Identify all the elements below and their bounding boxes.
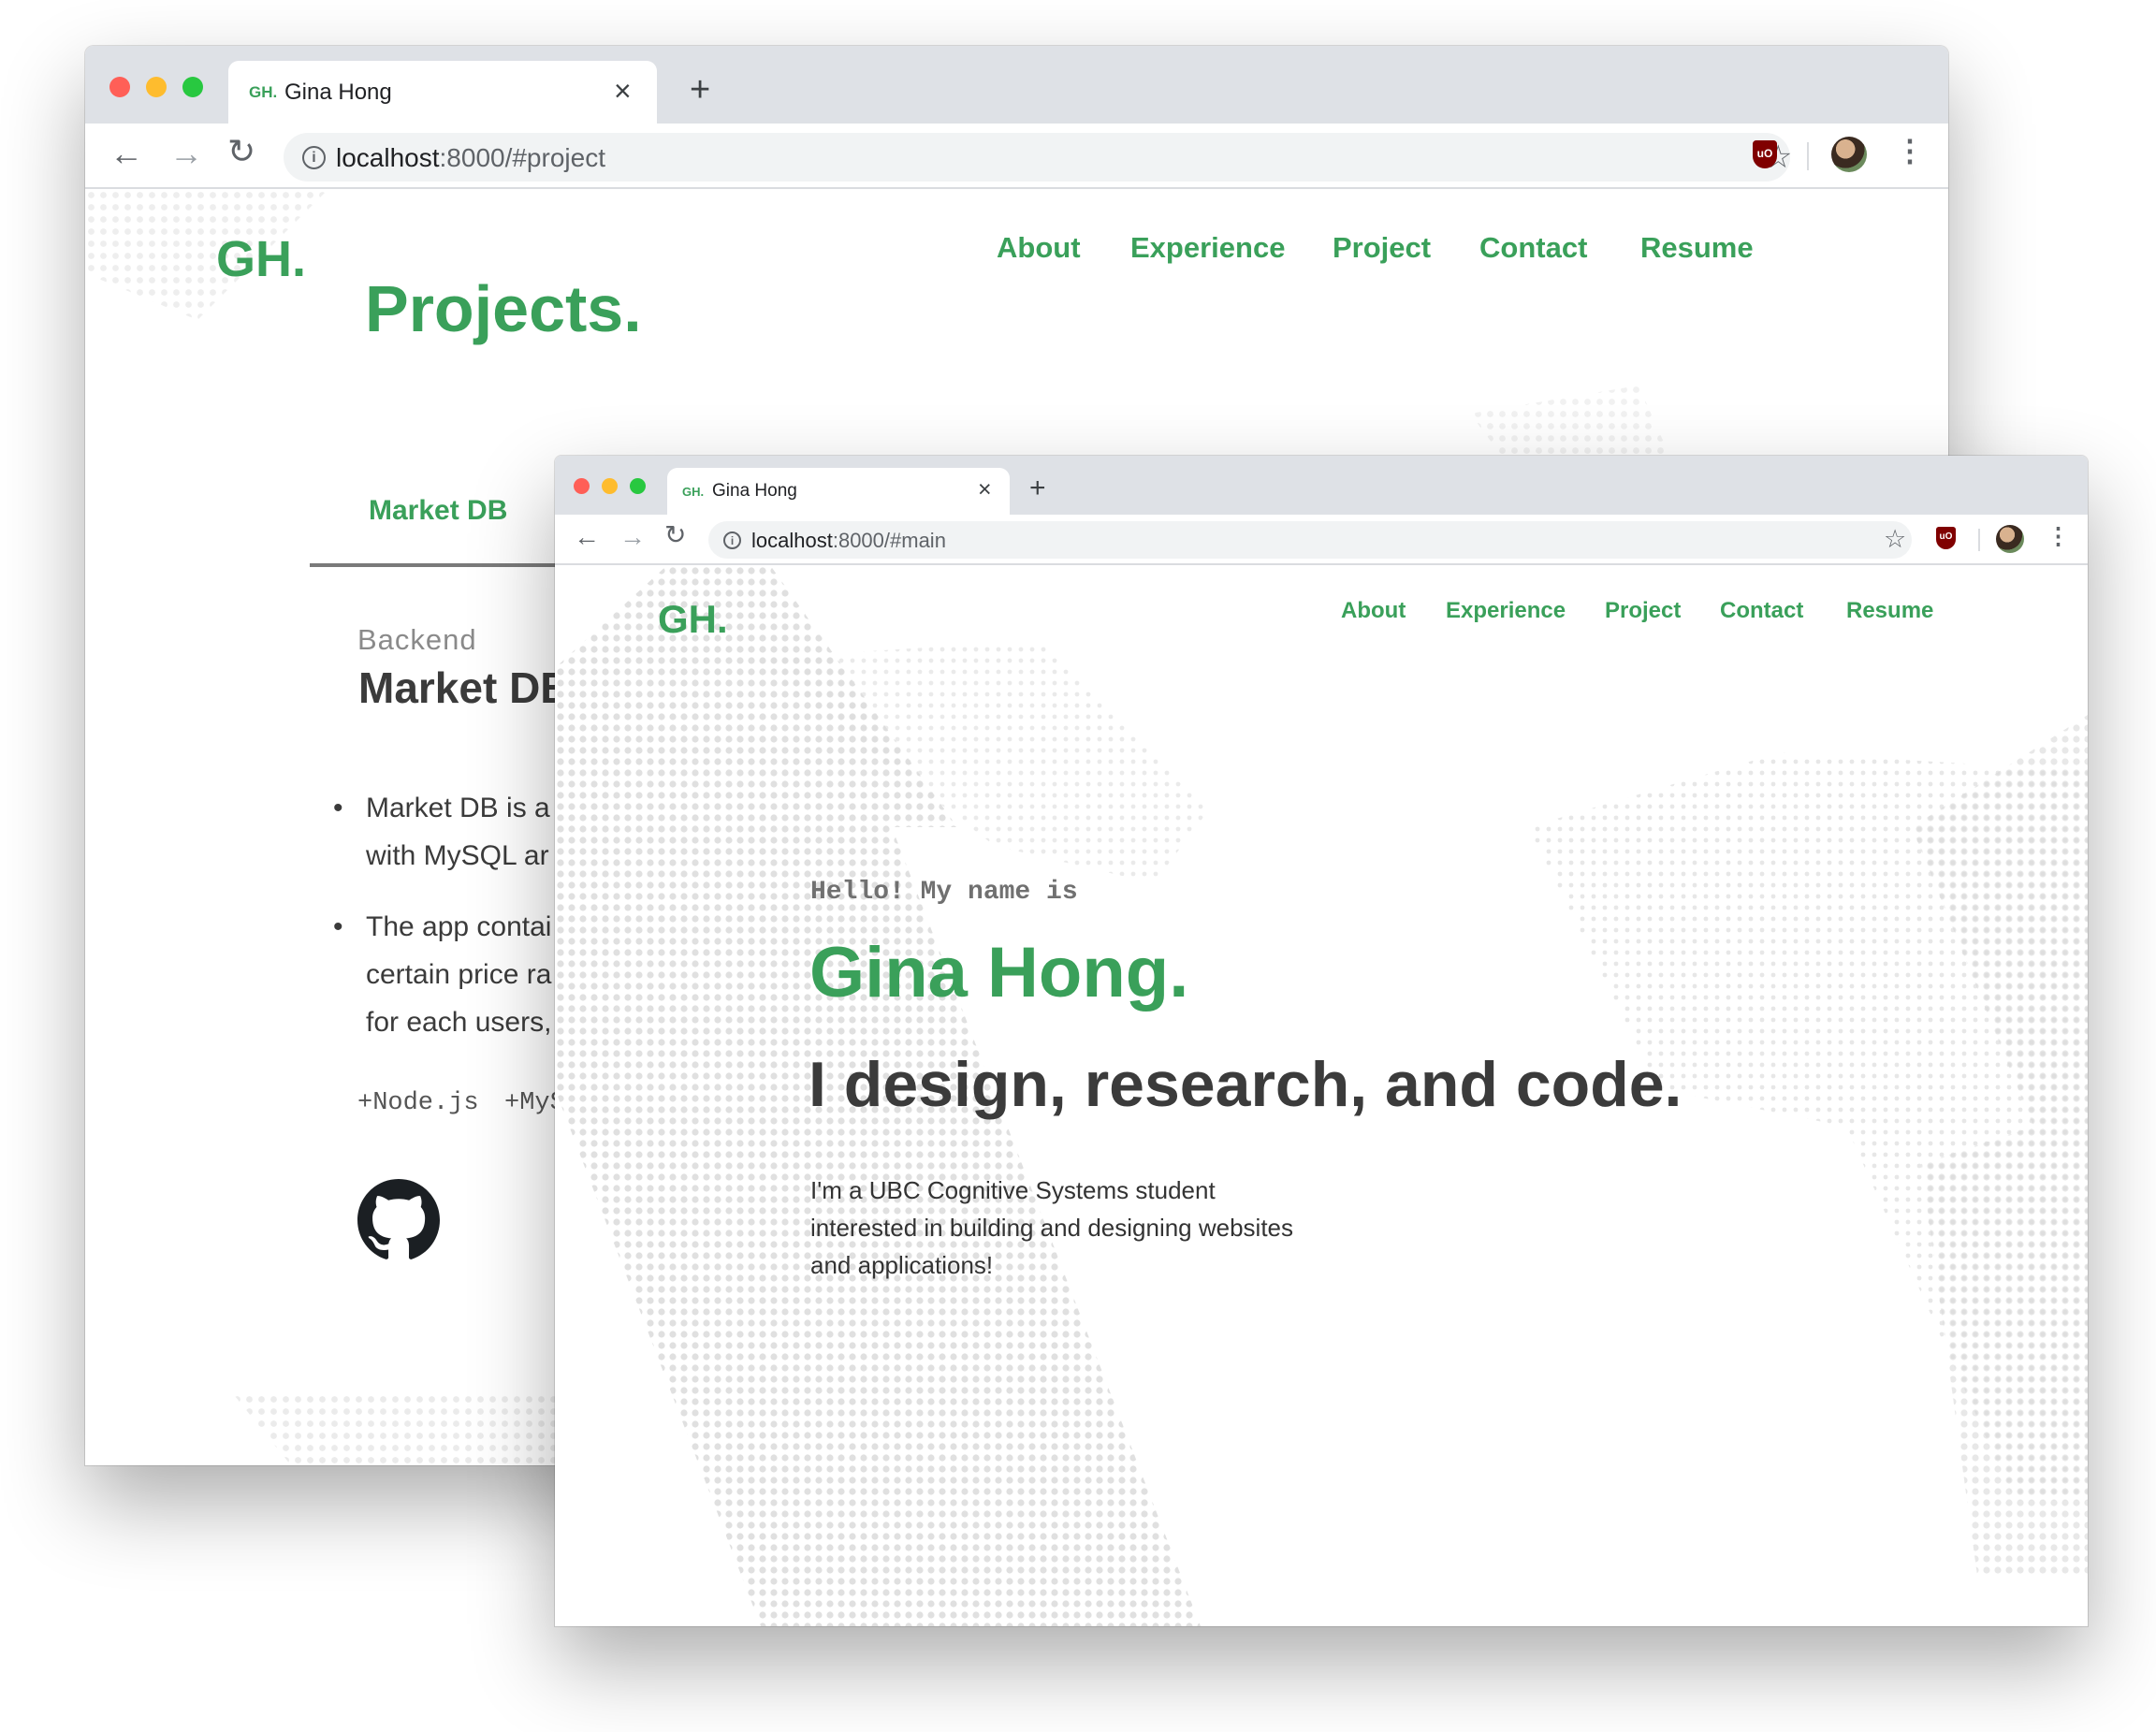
favicon: GH.	[249, 83, 278, 101]
url-path: :8000/#project	[439, 143, 605, 172]
ublock-shield-icon[interactable]: uO	[1936, 527, 1956, 549]
zoom-window-button[interactable]	[182, 77, 203, 97]
minimize-window-button[interactable]	[146, 77, 167, 97]
bullet-line: with MySQL ar	[366, 840, 549, 871]
bullet-line: certain price ra	[366, 959, 552, 990]
reload-icon[interactable]: ↻	[227, 135, 255, 168]
nav-resume[interactable]: Resume	[1846, 598, 1933, 624]
tag-nodejs: +Node.js	[357, 1089, 479, 1117]
nav-contact[interactable]: Contact	[1479, 231, 1587, 265]
tab-strip: GH. Gina Hong × +	[555, 456, 2088, 515]
nav-project[interactable]: Project	[1605, 598, 1681, 624]
url-host: localhost	[336, 143, 440, 172]
tab-title: Gina Hong	[712, 481, 797, 501]
bullet-line: Market DB is a	[366, 793, 550, 823]
close-tab-icon[interactable]: ×	[978, 476, 992, 503]
tab-gina-hong[interactable]: GH. Gina Hong ×	[667, 468, 1010, 515]
nav-resume[interactable]: Resume	[1640, 231, 1754, 265]
bio-line: and applications!	[810, 1251, 994, 1279]
project-title: Market DB	[358, 663, 572, 712]
nav-about[interactable]: About	[997, 231, 1081, 265]
new-tab-button[interactable]: +	[690, 70, 710, 110]
kebab-menu-icon[interactable]: ⋮	[2047, 522, 2070, 550]
github-icon[interactable]	[357, 1179, 440, 1261]
toolbar: ← → ↻ i localhost:8000/#main ☆ uO ⋮	[555, 515, 2088, 565]
url-path: :8000/#main	[832, 529, 946, 552]
site-logo[interactable]: GH.	[216, 230, 306, 288]
tab-strip: GH. Gina Hong × +	[85, 46, 1948, 124]
nav-experience[interactable]: Experience	[1446, 598, 1566, 624]
toolbar-divider	[1807, 142, 1809, 170]
url-text[interactable]: localhost:8000/#project	[336, 143, 605, 173]
bullet-line: The app contai	[366, 911, 552, 942]
forward-icon[interactable]: →	[169, 137, 203, 170]
nav-experience[interactable]: Experience	[1130, 231, 1285, 265]
info-icon[interactable]: i	[302, 146, 326, 169]
greeting-text: Hello! My name is	[810, 878, 1078, 907]
page-title: Projects.	[365, 272, 642, 345]
toolbar: ← → ↻ i localhost:8000/#project ☆ uO ⋮	[85, 124, 1948, 189]
home-page: GH. About Experience Project Contact Res…	[555, 565, 2088, 1626]
tab-market-db[interactable]: Market DB	[369, 495, 507, 527]
ublock-shield-icon[interactable]: uO	[1753, 140, 1777, 168]
bullet-line: for each users,	[366, 1007, 552, 1038]
back-icon[interactable]: ←	[574, 524, 600, 550]
hero-name: Gina Hong.	[809, 933, 1189, 1012]
tab-gina-hong[interactable]: GH. Gina Hong ×	[228, 61, 657, 124]
kebab-menu-icon[interactable]: ⋮	[1895, 133, 1925, 168]
bio-line: interested in building and designing web…	[810, 1214, 1294, 1242]
nav-project[interactable]: Project	[1333, 231, 1431, 265]
project-category: Backend	[357, 623, 477, 656]
avatar[interactable]	[1996, 525, 2024, 553]
bio-line: I'm a UBC Cognitive Systems student	[810, 1176, 1216, 1204]
avatar[interactable]	[1831, 137, 1867, 172]
reload-icon[interactable]: ↻	[664, 522, 686, 548]
close-window-button[interactable]	[109, 77, 130, 97]
back-icon[interactable]: ←	[109, 137, 143, 170]
address-bar[interactable]: i localhost:8000/#main ☆	[708, 521, 1912, 559]
info-icon[interactable]: i	[723, 531, 741, 549]
hero-tagline: I design, research, and code.	[808, 1049, 1683, 1120]
toolbar-divider	[1978, 529, 1980, 551]
zoom-window-button[interactable]	[630, 478, 646, 494]
close-window-button[interactable]	[574, 478, 590, 494]
nav-contact[interactable]: Contact	[1720, 598, 1803, 624]
tab-title: Gina Hong	[284, 80, 392, 105]
address-bar[interactable]: i localhost:8000/#project ☆	[284, 133, 1792, 182]
star-icon[interactable]: ☆	[1884, 525, 1906, 554]
nav-about[interactable]: About	[1341, 598, 1406, 624]
site-logo[interactable]: GH.	[658, 597, 728, 642]
browser-window-front: GH. Gina Hong × + ← → ↻ i localhost:8000…	[555, 456, 2088, 1626]
forward-icon[interactable]: →	[619, 524, 646, 550]
favicon: GH.	[682, 485, 705, 499]
hero-bio: I'm a UBC Cognitive Systems student inte…	[810, 1172, 1293, 1284]
url-host: localhost	[751, 529, 833, 552]
close-tab-icon[interactable]: ×	[614, 74, 632, 109]
url-text[interactable]: localhost:8000/#main	[751, 529, 946, 553]
new-tab-button[interactable]: +	[1029, 473, 1046, 504]
minimize-window-button[interactable]	[602, 478, 618, 494]
